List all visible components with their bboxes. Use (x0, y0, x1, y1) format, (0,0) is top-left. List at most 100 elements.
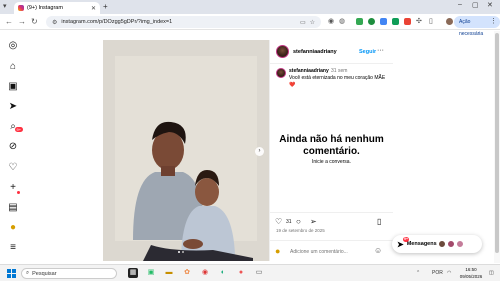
site-info-icon[interactable]: ⚙ (52, 19, 57, 26)
carousel-dot-active (178, 251, 180, 253)
like-count[interactable]: 31 (286, 219, 292, 225)
post-date: 19 de setembro de 2025 (276, 228, 325, 233)
notifications-icon[interactable]: ♡ (7, 161, 19, 173)
photos-icon[interactable]: ✿ (182, 268, 192, 278)
caption-username[interactable]: stefanniaadriany (289, 68, 329, 74)
taskbar-search[interactable]: ⌕ Pesquisar (21, 268, 117, 279)
instagram-icon[interactable]: ◎ (7, 39, 19, 51)
home-icon[interactable]: ⌂ (7, 60, 19, 72)
messages-badge: 9+ (403, 236, 409, 242)
task-view-icon[interactable]: ▦ (128, 268, 138, 278)
contact-avatar (446, 240, 455, 248)
tab-title: (9+) Instagram (27, 5, 63, 11)
post-side-panel: stefanniaadriany Seguir ··· stefanniaadr… (269, 40, 393, 261)
caption-avatar[interactable] (276, 68, 286, 78)
new-tab-button[interactable]: + (103, 2, 108, 11)
forward-icon[interactable]: → (18, 17, 26, 26)
messages-popup-button[interactable]: ➤ 9+ Mensagens (392, 235, 482, 253)
firefox-icon[interactable]: ● (236, 268, 246, 278)
taskbar-search-text: Pesquisar (32, 270, 57, 277)
caption-text: Você está eternizada no meu coração MÃE … (289, 75, 386, 88)
follow-button[interactable]: Seguir (359, 49, 376, 55)
widgets-icon[interactable]: ▣ (146, 268, 156, 278)
file-explorer-icon[interactable]: ▬ (164, 268, 174, 278)
menu-icon[interactable]: ≡ (7, 241, 19, 253)
windows-start-icon[interactable] (7, 269, 16, 278)
like-icon[interactable]: ♡ (275, 217, 282, 226)
more-options-icon[interactable]: ··· (377, 47, 384, 54)
tray-chevron-icon[interactable]: ⌃ (416, 270, 420, 276)
browser-tab-bar: ▾ (9+) Instagram ✕ + – ▢ ✕ (0, 0, 500, 14)
search-icon: ⌕ (26, 270, 30, 276)
extension-globe-icon[interactable]: ◍ (339, 17, 345, 25)
post-media[interactable] (103, 40, 269, 261)
back-icon[interactable]: ← (5, 17, 13, 26)
notification-center-icon[interactable]: ◫ (489, 270, 494, 276)
tab-close-icon[interactable]: ✕ (91, 5, 96, 12)
browser-tab-instagram[interactable]: (9+) Instagram ✕ (14, 2, 100, 14)
share-icon[interactable]: ➢ (310, 217, 317, 226)
post-actions: ♡ 31 ○ ➢ ▯ (270, 212, 393, 226)
address-bar[interactable]: ⚙ instagram.com/p/DOzgg5gDPr/?img_index=… (46, 16, 321, 28)
no-comments-title: Ainda não há nenhum comentário. (279, 134, 384, 157)
instagram-favicon-icon (18, 5, 24, 11)
terminal-icon[interactable]: ▭ (254, 268, 264, 278)
save-icon[interactable]: ▯ (377, 217, 381, 226)
add-comment-bar: ● ☺ (270, 240, 393, 261)
notification-badge: 9+ (15, 127, 23, 132)
start-conversation-text: Inicie a conversa. (312, 159, 351, 165)
chrome-menu-icon[interactable]: ⋮ (490, 17, 497, 25)
explore-icon[interactable]: ⊘ (7, 140, 19, 152)
wifi-icon[interactable]: ◠ (447, 270, 451, 276)
next-slide-icon[interactable]: › (255, 147, 264, 156)
clock-time: 16:50 (465, 267, 477, 272)
contact-avatar (437, 240, 446, 248)
comment-icon[interactable]: ○ (296, 217, 301, 226)
minimize-button[interactable]: – (458, 1, 462, 8)
instagram-sidebar: ◎ ⌂ ▣ ➤ ⌕ ⊘ ♡ + ▤ ● ≡ 9+ (0, 31, 26, 263)
extension-camera-icon[interactable]: ◉ (328, 17, 334, 25)
meta-ai-comment-icon[interactable]: ● (275, 246, 280, 256)
messages-label: Mensagens (406, 241, 437, 247)
extension-blue-icon[interactable] (380, 18, 387, 25)
side-panel-icon[interactable]: ▯ (429, 17, 433, 25)
clock-date: 09/05/2026 (459, 274, 483, 279)
post-header: stefanniaadriany Seguir ··· (270, 40, 393, 64)
taskbar-clock[interactable]: 16:50 09/05/2026 (456, 266, 486, 280)
author-username[interactable]: stefanniaadriany (293, 49, 337, 55)
new-activity-dot (17, 191, 20, 194)
messages-icon[interactable]: ➤ (7, 100, 19, 112)
page-scrollbar[interactable] (494, 31, 500, 263)
caption-time: 31 sem (331, 68, 348, 74)
scrollbar-thumb[interactable] (495, 33, 499, 253)
bookmark-star-icon[interactable]: ☆ (310, 19, 315, 26)
maximize-button[interactable]: ▢ (472, 1, 479, 9)
tab-search-icon[interactable]: ▾ (3, 2, 7, 10)
extension-red-icon[interactable] (404, 18, 411, 25)
windows-taskbar: ⌕ Pesquisar ▦ ▣ ▬ ✿ ◉ ◐ ● ▭ ⌃ POR ◠ 16:5… (0, 264, 500, 281)
add-comment-input[interactable] (290, 247, 368, 256)
cast-icon[interactable]: ▭ (300, 19, 306, 26)
post-photo (115, 56, 257, 261)
messages-icon: ➤ 9+ (397, 236, 409, 249)
extension-circle-icon[interactable] (368, 18, 375, 25)
edge-icon[interactable]: ◐ (218, 268, 228, 278)
url-text: instagram.com/p/DOzgg5gDPr/?img_index=1 (61, 19, 173, 25)
contact-avatar (455, 240, 464, 248)
extensions-puzzle-icon[interactable]: ✣ (416, 17, 422, 25)
reels-icon[interactable]: ▣ (7, 80, 19, 92)
language-indicator[interactable]: POR (432, 270, 443, 276)
profile-avatar[interactable] (446, 18, 453, 25)
emoji-picker-icon[interactable]: ☺ (374, 246, 382, 255)
reload-icon[interactable]: ↻ (31, 17, 38, 26)
dashboard-icon[interactable]: ▤ (7, 201, 19, 213)
meta-ai-icon[interactable]: ● (7, 221, 19, 233)
browser-toolbar: ← → ↻ ⚙ instagram.com/p/DOzgg5gDPr/?img_… (0, 14, 500, 37)
carousel-indicator (178, 251, 184, 253)
extension-green-icon[interactable] (356, 18, 363, 25)
chrome-icon[interactable]: ◉ (200, 268, 210, 278)
extension-sheet-icon[interactable] (392, 18, 399, 25)
author-avatar[interactable] (276, 45, 289, 58)
carousel-dot (182, 251, 184, 253)
close-window-button[interactable]: ✕ (487, 1, 493, 9)
